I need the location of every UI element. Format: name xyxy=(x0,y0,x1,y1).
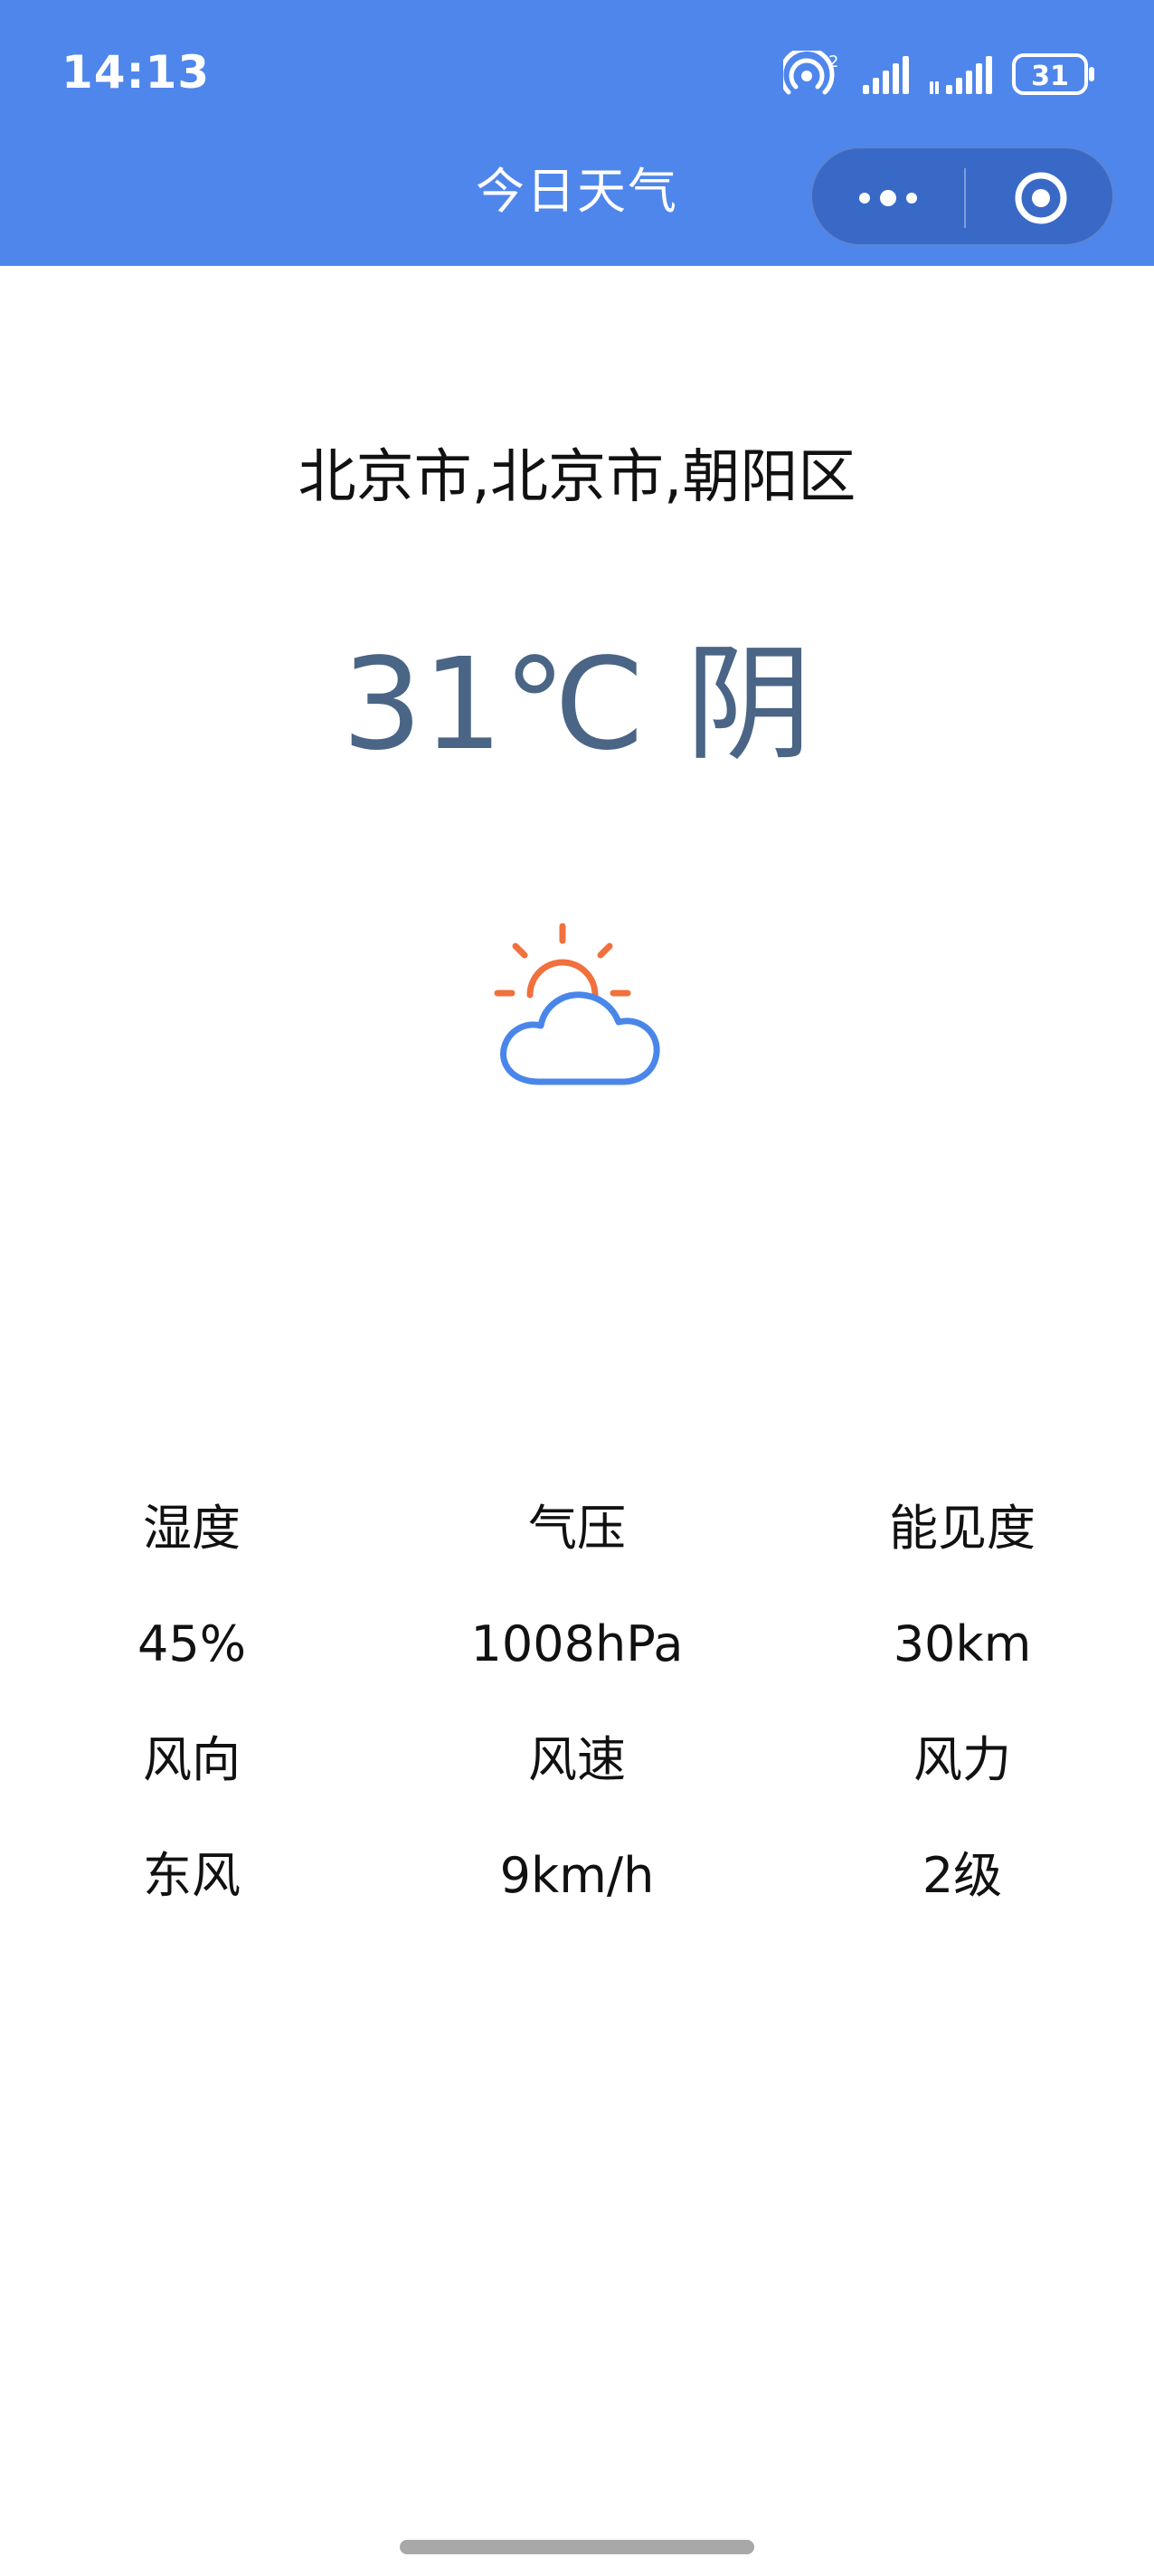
partly-cloudy-icon xyxy=(494,923,660,1085)
more-dots-icon xyxy=(859,190,917,206)
signal-icon xyxy=(863,56,909,94)
home-indicator[interactable] xyxy=(400,2540,754,2554)
wind-header-row: 风向 风速 风力 xyxy=(0,1702,1154,1818)
humidity-value: 45% xyxy=(137,1615,247,1672)
location-label: 北京市,北京市,朝阳区 xyxy=(298,444,856,511)
pressure-label: 气压 xyxy=(528,1500,626,1557)
battery-icon: 31 xyxy=(1012,53,1094,95)
wind-value-row: 东风 9km/h 2级 xyxy=(0,1818,1154,1934)
mini-program-capsule xyxy=(810,147,1114,246)
temperature-value: 31℃ xyxy=(342,631,646,779)
pressure-value: 1008hPa xyxy=(470,1615,684,1672)
more-button[interactable] xyxy=(812,148,964,248)
hotspot-icon: 2 xyxy=(783,51,838,95)
wind-speed-label: 风速 xyxy=(528,1731,626,1788)
wind-direction-label: 风向 xyxy=(143,1731,241,1788)
svg-text:31: 31 xyxy=(1031,61,1069,92)
wind-direction-value: 东风 xyxy=(143,1847,241,1904)
visibility-value: 30km xyxy=(893,1615,1032,1672)
details-header-row: 湿度 气压 能见度 xyxy=(0,1471,1154,1586)
weather-details: 湿度 气压 能见度 45% 1008hPa 30km 风向 风速 风力 东风 9… xyxy=(0,1471,1154,1934)
header-bar: 14:13 2 31 今日天气 xyxy=(0,0,1154,266)
svg-text:2: 2 xyxy=(828,52,838,71)
status-time: 14:13 xyxy=(61,46,211,99)
wind-scale-value: 2级 xyxy=(922,1847,1003,1904)
details-value-row: 45% 1008hPa 30km xyxy=(0,1586,1154,1702)
signal-icon-secondary xyxy=(930,56,992,94)
weather-condition: 阴 xyxy=(685,631,812,779)
wind-scale-label: 风力 xyxy=(913,1731,1011,1788)
close-button[interactable] xyxy=(966,148,1116,248)
wind-speed-value: 9km/h xyxy=(499,1847,655,1904)
current-weather: 31℃ 阴 xyxy=(0,633,1154,778)
status-icons: 2 31 xyxy=(781,45,1100,105)
humidity-label: 湿度 xyxy=(143,1500,241,1557)
target-close-icon xyxy=(1015,172,1067,224)
visibility-label: 能见度 xyxy=(889,1500,1036,1557)
